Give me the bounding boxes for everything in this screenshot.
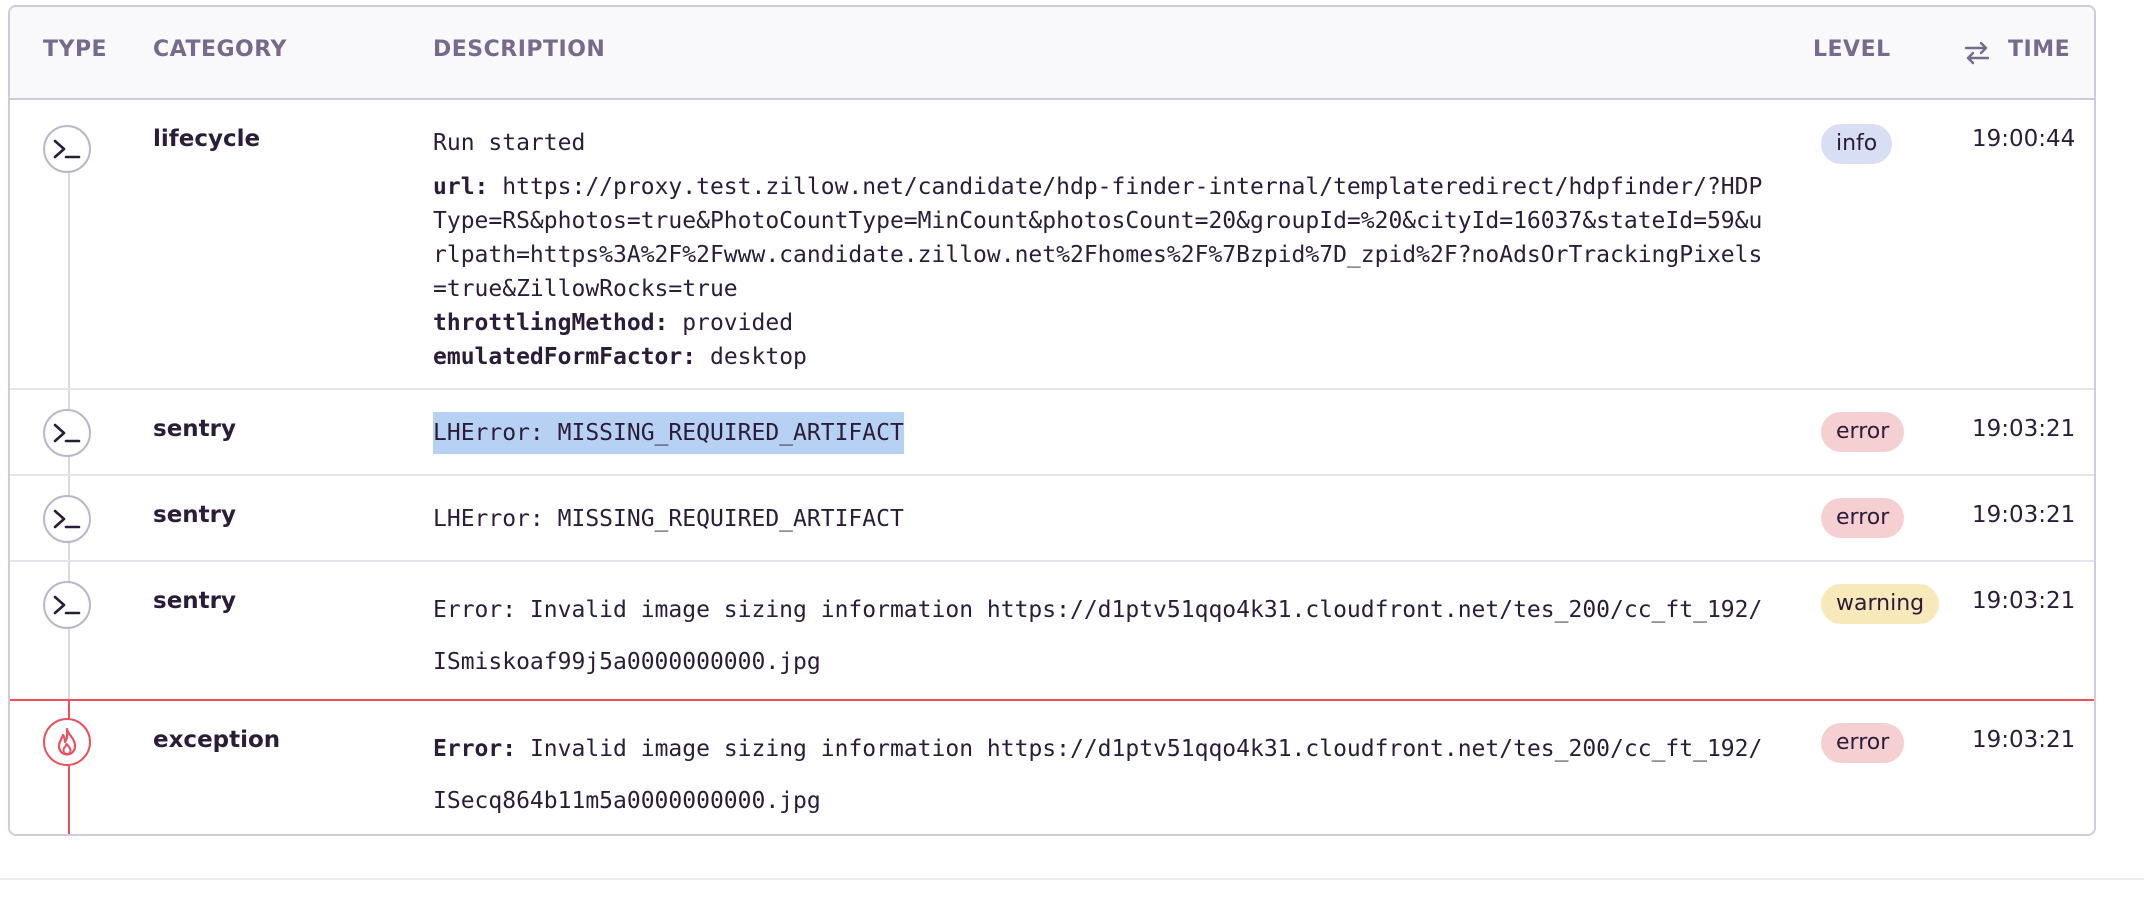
description-message: Run started <box>433 130 586 156</box>
row-time: 19:03:21 <box>1972 416 2076 442</box>
row-category: exception <box>153 727 281 753</box>
row-time: 19:03:21 <box>1972 502 2076 528</box>
error-message: Invalid image sizing information https:/… <box>433 736 1763 814</box>
fire-icon <box>43 718 91 766</box>
description-message: Error: Invalid image sizing information … <box>433 597 1763 675</box>
row-category: sentry <box>153 416 236 442</box>
footer-divider <box>0 878 2144 880</box>
terminal-icon <box>43 495 91 543</box>
row-description: LHError: MISSING_REQUIRED_ARTIFACT <box>433 502 1773 536</box>
row-category: sentry <box>153 588 236 614</box>
row-description: LHError: MISSING_REQUIRED_ARTIFACT <box>433 412 1773 454</box>
field-key: emulatedFormFactor: <box>433 344 697 370</box>
table-row: sentry LHError: MISSING_REQUIRED_ARTIFAC… <box>10 476 2094 562</box>
row-category: sentry <box>153 502 236 528</box>
level-badge: info <box>1821 124 1893 164</box>
field-value: https://proxy.test.zillow.net/candidate/… <box>433 174 1763 302</box>
field-key: url: <box>433 174 489 200</box>
table-header: TYPE CATEGORY DESCRIPTION LEVEL TIME <box>10 7 2094 100</box>
field-key: throttlingMethod: <box>433 310 669 336</box>
terminal-icon <box>43 409 91 457</box>
table-row: exception Error: Invalid image sizing in… <box>10 699 2094 834</box>
terminal-icon <box>43 125 91 173</box>
description-message: Error: Invalid image sizing information … <box>433 723 1773 827</box>
row-time: 19:00:44 <box>1972 126 2076 152</box>
header-level: LEVEL <box>1813 37 1891 62</box>
header-description: DESCRIPTION <box>433 37 606 62</box>
field-value: desktop <box>709 344 807 370</box>
level-badge: error <box>1821 412 1905 452</box>
table-row: sentry Error: Invalid image sizing infor… <box>10 562 2094 699</box>
level-badge: error <box>1821 498 1905 538</box>
level-badge: warning <box>1821 584 1940 624</box>
level-badge: error <box>1821 723 1905 763</box>
error-key: Error: <box>433 736 517 762</box>
data-field: url: https://proxy.test.zillow.net/candi… <box>433 170 1773 306</box>
row-category: lifecycle <box>153 126 261 152</box>
row-time: 19:03:21 <box>1972 588 2076 614</box>
row-description: Run started url: https://proxy.test.zill… <box>433 126 1773 374</box>
row-time: 19:03:21 <box>1972 727 2076 753</box>
timeline-rail <box>68 150 70 388</box>
header-category: CATEGORY <box>153 37 287 62</box>
swap-arrows-icon[interactable] <box>1962 40 1992 66</box>
field-value: provided <box>682 310 794 336</box>
data-field: emulatedFormFactor: desktop <box>433 340 1773 374</box>
terminal-icon <box>43 581 91 629</box>
data-field: throttlingMethod: provided <box>433 306 1773 340</box>
table-row: lifecycle Run started url: https://proxy… <box>10 100 2094 390</box>
row-description: Error: Invalid image sizing information … <box>433 723 1773 827</box>
row-description: Error: Invalid image sizing information … <box>433 584 1773 688</box>
header-time[interactable]: TIME <box>2008 37 2070 62</box>
description-message: LHError: MISSING_REQUIRED_ARTIFACT <box>433 506 904 532</box>
selected-description-text[interactable]: LHError: MISSING_REQUIRED_ARTIFACT <box>433 412 904 454</box>
header-type: TYPE <box>43 37 108 62</box>
breadcrumbs-panel: TYPE CATEGORY DESCRIPTION LEVEL TIME lif… <box>8 5 2096 836</box>
table-row: sentry LHError: MISSING_REQUIRED_ARTIFAC… <box>10 390 2094 476</box>
